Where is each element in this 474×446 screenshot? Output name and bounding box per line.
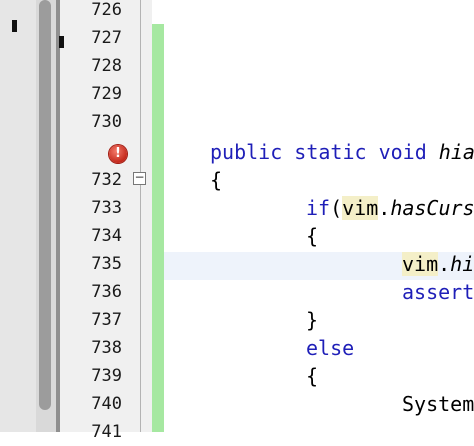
- code-line[interactable]: {: [210, 166, 222, 194]
- line-number: 728: [91, 56, 122, 76]
- code-line[interactable]: {: [306, 362, 318, 390]
- code-line[interactable]: if(vim.hasCurs: [306, 194, 474, 222]
- code-dot: .: [438, 252, 451, 276]
- line-number: 734: [91, 226, 122, 246]
- code-dot: .: [378, 196, 391, 220]
- code-keyword: if: [306, 196, 331, 220]
- line-number: 736: [91, 282, 122, 302]
- line-number: 739: [91, 366, 122, 386]
- gutter-divider: [140, 0, 141, 432]
- line-number: 738: [91, 338, 122, 358]
- scrollbar-thumb[interactable]: [39, 0, 51, 410]
- code-paren: (: [330, 196, 343, 220]
- code-brace: {: [210, 168, 223, 192]
- line-number: 735: [91, 254, 122, 274]
- code-method: hia: [438, 140, 474, 164]
- code-identifier-highlighted: vim: [402, 252, 439, 276]
- code-brace: }: [306, 308, 319, 332]
- line-number: 741: [91, 422, 122, 442]
- line-number: 730: [91, 112, 122, 132]
- code-line[interactable]: }: [306, 306, 318, 334]
- code-method: hasCurs: [390, 196, 474, 220]
- code-keyword: assert: [402, 280, 474, 304]
- code-brace: {: [306, 364, 319, 388]
- code-brace: {: [306, 224, 319, 248]
- line-number: 726: [91, 0, 122, 20]
- code-line[interactable]: else: [306, 334, 354, 362]
- code-line[interactable]: assert: [402, 278, 474, 306]
- change-marker-bar: [152, 24, 164, 432]
- left-margin-strip: [0, 0, 36, 432]
- line-number: 732: [91, 170, 122, 190]
- code-line[interactable]: System: [402, 390, 474, 418]
- line-number: 737: [91, 310, 122, 330]
- fold-collapse-icon[interactable]: −: [133, 171, 146, 185]
- code-line[interactable]: public static void hia: [210, 138, 474, 166]
- error-icon[interactable]: !: [109, 145, 127, 163]
- code-line[interactable]: {: [306, 222, 318, 250]
- line-number: 729: [91, 84, 122, 104]
- code-identifier-highlighted: vim: [342, 196, 379, 220]
- code-identifier: System: [402, 392, 474, 416]
- code-keyword: else: [306, 336, 355, 360]
- line-number: 727: [91, 28, 122, 48]
- code-method: hi: [450, 252, 474, 276]
- code-keyword: public static void: [210, 140, 439, 164]
- code-line[interactable]: vim.hi: [402, 250, 474, 278]
- bookmark-marker[interactable]: [12, 20, 17, 32]
- line-number: 740: [91, 394, 122, 414]
- line-number: 733: [91, 198, 122, 218]
